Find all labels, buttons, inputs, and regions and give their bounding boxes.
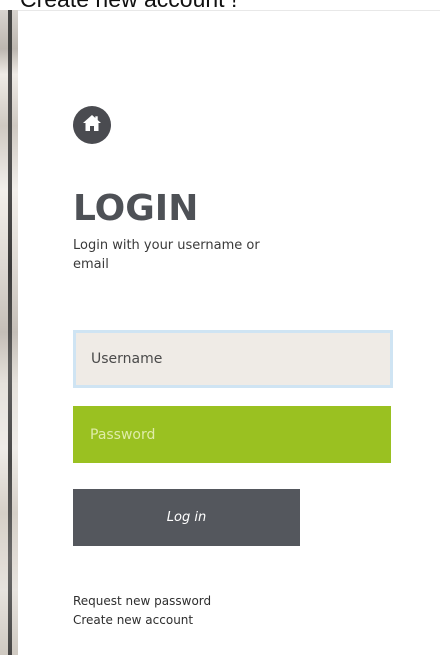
top-strip: Create new account !	[0, 0, 440, 10]
login-panel: LOGIN Login with your username or email …	[18, 10, 440, 656]
username-input[interactable]	[73, 330, 393, 388]
request-password-link[interactable]: Request new password	[73, 592, 211, 611]
password-input[interactable]	[73, 406, 391, 463]
page-title: LOGIN	[73, 188, 199, 229]
login-button[interactable]: Log in	[73, 489, 300, 546]
clipped-header-text: Create new account !	[20, 0, 237, 10]
background-edge-line	[8, 10, 12, 655]
login-subtitle: Login with your username or email	[73, 238, 260, 272]
create-account-link[interactable]: Create new account	[73, 611, 211, 630]
home-badge[interactable]	[73, 106, 111, 144]
home-icon	[82, 114, 102, 137]
account-links: Request new password Create new account	[73, 592, 211, 630]
